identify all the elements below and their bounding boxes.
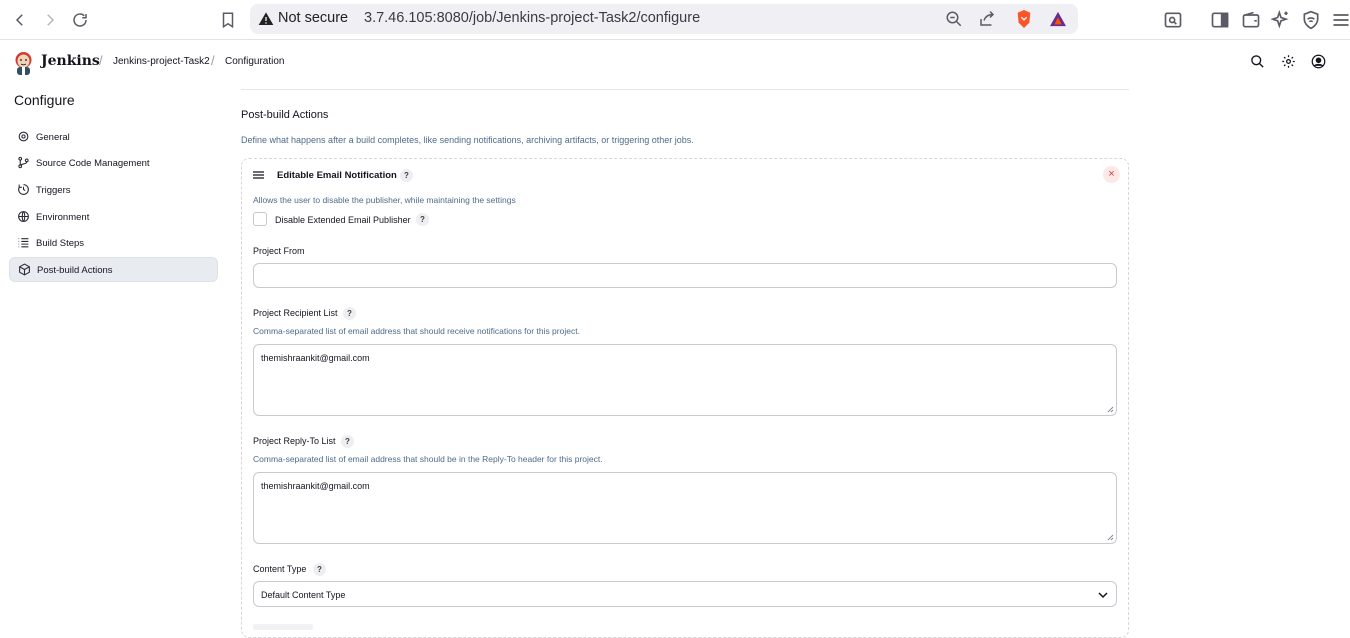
project-from-label: Project From — [253, 246, 305, 256]
warning-icon — [258, 12, 274, 25]
recipient-list-description: Comma-separated list of email address th… — [253, 326, 580, 336]
help-icon[interactable]: ? — [313, 563, 326, 576]
address-bar[interactable]: Not secure 3.7.46.105:8080/job/Jenkins-p… — [250, 4, 1078, 34]
project-from-input[interactable] — [253, 263, 1117, 288]
breadcrumb-separator: / — [211, 53, 215, 68]
forward-button[interactable] — [38, 8, 62, 32]
help-icon[interactable]: ? — [400, 169, 413, 182]
sidebar-item-general[interactable]: General — [9, 125, 218, 150]
sidebar-item-label: Build Steps — [36, 238, 85, 249]
drag-handle-icon[interactable] — [253, 171, 264, 179]
reply-to-list-label: Project Reply-To List — [253, 436, 336, 446]
recipient-list-textarea[interactable]: themishraankit@gmail.com — [253, 344, 1117, 416]
sidebar-item-source-code-management[interactable]: Source Code Management — [9, 151, 218, 176]
recipient-list-value: themishraankit@gmail.com — [261, 353, 370, 363]
url-text[interactable]: 3.7.46.105:8080/job/Jenkins-project-Task… — [364, 10, 700, 26]
bookmark-button[interactable] — [216, 8, 240, 32]
sidebar-item-post-build-actions[interactable]: Post-build Actions — [9, 257, 218, 282]
vpn-shield-icon[interactable] — [1301, 10, 1321, 30]
brave-rewards-icon[interactable] — [1049, 11, 1067, 27]
breadcrumb-job[interactable]: Jenkins-project-Task2 — [113, 56, 210, 67]
gear-icon — [18, 131, 29, 142]
recipient-list-label: Project Recipient List — [253, 308, 338, 318]
sidebar-item-label: Source Code Management — [36, 158, 150, 169]
reply-to-list-value: themishraankit@gmail.com — [261, 481, 370, 491]
brave-shield-icon[interactable] — [1015, 9, 1033, 29]
section-title: Post-build Actions — [241, 109, 329, 121]
clock-icon — [18, 184, 29, 195]
next-field-label — [253, 624, 313, 630]
sidebar-item-triggers[interactable]: Triggers — [9, 178, 218, 203]
sidebar-item-label: General — [36, 132, 70, 143]
gear-icon[interactable] — [1281, 54, 1296, 69]
leo-ai-icon[interactable] — [1271, 10, 1291, 30]
sidebar-item-label: Post-build Actions — [37, 265, 113, 276]
resize-handle-icon[interactable] — [1107, 406, 1114, 413]
disable-description: Allows the user to disable the publisher… — [253, 195, 516, 205]
content-type-label: Content Type — [253, 564, 307, 574]
sidebar-toggle-icon[interactable] — [1210, 10, 1230, 30]
sidebar-title: Configure — [14, 92, 75, 108]
chevron-right-icon — [47, 14, 55, 26]
git-branch-icon — [18, 156, 29, 169]
back-button[interactable] — [8, 8, 32, 32]
content-type-select[interactable]: Default Content Type — [253, 581, 1117, 607]
close-button[interactable]: × — [1103, 166, 1120, 183]
resize-handle-icon[interactable] — [1107, 534, 1114, 541]
reply-to-list-textarea[interactable]: themishraankit@gmail.com — [253, 472, 1117, 544]
section-description: Define what happens after a build comple… — [241, 135, 694, 145]
reader-mode-icon[interactable] — [1163, 10, 1183, 30]
content-type-value: Default Content Type — [261, 590, 346, 600]
breadcrumb-configuration[interactable]: Configuration — [225, 56, 284, 67]
not-secure-label: Not secure — [278, 10, 349, 26]
jenkins-brand[interactable]: Jenkins — [41, 53, 100, 69]
user-avatar-icon[interactable] — [1311, 54, 1326, 69]
disable-publisher-label[interactable]: Disable Extended Email Publisher — [275, 215, 411, 225]
wallet-icon[interactable] — [1241, 10, 1261, 30]
help-icon[interactable]: ? — [416, 213, 429, 226]
section-divider — [241, 89, 1129, 90]
reload-button[interactable] — [68, 8, 92, 32]
globe-icon — [18, 211, 29, 222]
help-icon[interactable]: ? — [341, 435, 354, 448]
sidebar-item-label: Environment — [36, 212, 90, 223]
jenkins-header: Jenkins / Jenkins-project-Task2 / Config… — [0, 40, 1350, 84]
list-icon — [18, 238, 29, 248]
chevron-down-icon — [1098, 592, 1108, 599]
share-icon[interactable] — [978, 10, 996, 28]
chevron-left-icon — [15, 14, 23, 26]
reload-icon — [73, 13, 87, 27]
search-icon[interactable] — [1250, 54, 1265, 69]
menu-icon[interactable] — [1331, 10, 1350, 30]
zoom-out-icon[interactable] — [945, 10, 963, 28]
panel-title: Editable Email Notification — [277, 170, 397, 181]
reply-to-list-description: Comma-separated list of email address th… — [253, 454, 603, 464]
jenkins-logo-icon[interactable] — [13, 51, 34, 75]
package-icon — [19, 263, 30, 276]
sidebar-item-label: Triggers — [36, 185, 71, 196]
bookmark-icon — [222, 12, 234, 29]
sidebar-item-build-steps[interactable]: Build Steps — [9, 231, 218, 256]
sidebar-item-environment[interactable]: Environment — [9, 205, 218, 230]
browser-toolbar: Not secure 3.7.46.105:8080/job/Jenkins-p… — [0, 0, 1350, 40]
breadcrumb-separator: / — [99, 53, 103, 68]
help-icon[interactable]: ? — [343, 307, 356, 320]
disable-publisher-checkbox[interactable] — [253, 212, 267, 226]
